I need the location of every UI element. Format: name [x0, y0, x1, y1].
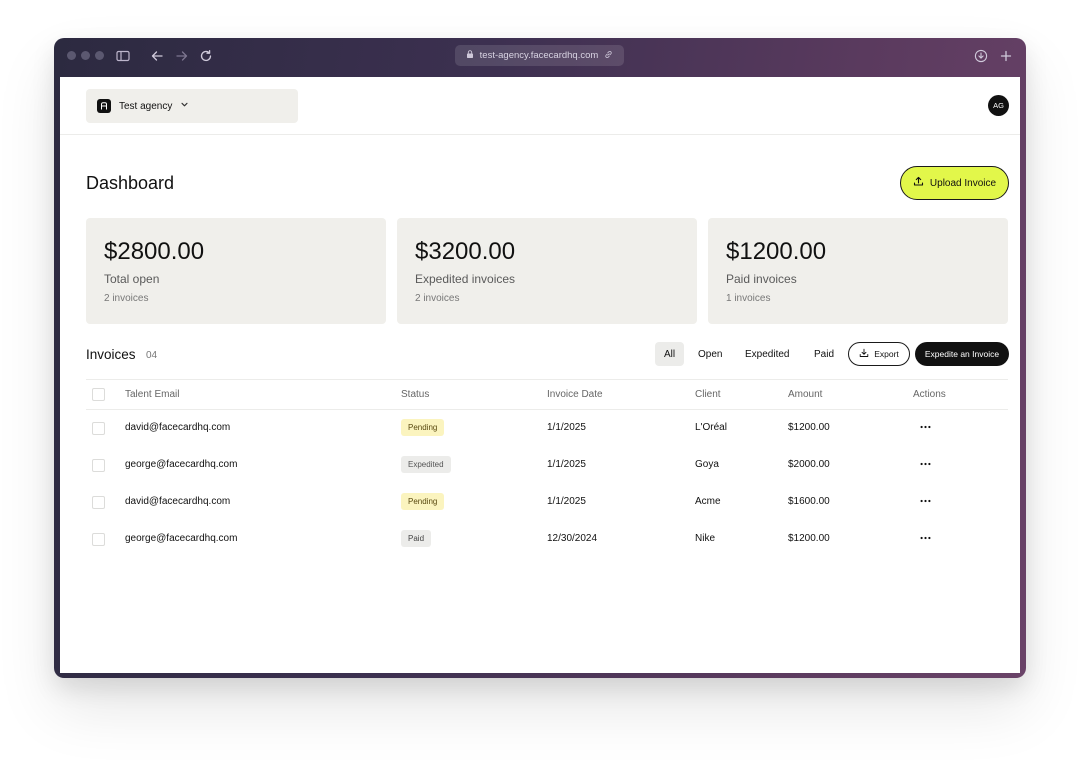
- client-name: L'Oréal: [695, 422, 727, 433]
- talent-email: george@facecardhq.com: [125, 459, 238, 470]
- address-bar[interactable]: test-agency.facecardhq.com: [455, 45, 624, 66]
- user-avatar[interactable]: AG: [988, 95, 1009, 116]
- table-row[interactable]: david@facecardhq.com Pending 1/1/2025 Ac…: [86, 484, 1008, 521]
- stat-count: 2 invoices: [104, 293, 149, 304]
- download-icon: [859, 348, 869, 360]
- column-header-amount: Amount: [788, 389, 823, 400]
- column-header-date: Invoice Date: [547, 389, 603, 400]
- stat-card-paid: $1200.00 Paid invoices 1 invoices: [708, 218, 1008, 324]
- filter-tab-paid[interactable]: Paid: [805, 342, 843, 366]
- invoices-count: 04: [146, 350, 158, 361]
- stat-value: $3200.00: [415, 238, 516, 265]
- select-all-checkbox[interactable]: [92, 388, 105, 401]
- invoice-amount: $1200.00: [788, 533, 830, 544]
- stat-label: Expedited invoices: [415, 272, 516, 286]
- filter-tab-all[interactable]: All: [655, 342, 685, 366]
- column-header-email: Talent Email: [125, 389, 180, 400]
- new-tab-plus-icon[interactable]: [998, 48, 1014, 64]
- invoices-table: Talent Email Status Invoice Date Client …: [86, 379, 1008, 558]
- agency-logo-icon: [97, 99, 111, 113]
- invoice-amount: $2000.00: [788, 459, 830, 470]
- upload-invoice-label: Upload Invoice: [929, 177, 997, 189]
- row-checkbox[interactable]: [92, 459, 105, 472]
- stat-card-total-open: $2800.00 Total open 2 invoices: [86, 218, 386, 324]
- export-label: Export: [874, 349, 899, 359]
- client-name: Goya: [695, 459, 719, 470]
- invoice-date: 1/1/2025: [547, 422, 586, 433]
- column-header-status: Status: [401, 389, 430, 400]
- upload-invoice-button[interactable]: Upload Invoice: [900, 166, 1009, 200]
- status-badge: Pending: [401, 493, 445, 510]
- stat-count: 1 invoices: [726, 293, 771, 304]
- page-title: Dashboard: [86, 173, 175, 193]
- app-viewport: Test agency AG Dashboard Upload Invoice …: [60, 77, 1020, 673]
- row-checkbox[interactable]: [92, 533, 105, 546]
- status-badge: Expedited: [401, 456, 451, 473]
- column-header-client: Client: [695, 389, 721, 400]
- window-zoom-dot[interactable]: [95, 51, 104, 60]
- invoice-date: 12/30/2024: [547, 533, 598, 544]
- more-actions-icon[interactable]: [918, 494, 932, 508]
- more-actions-icon[interactable]: [918, 531, 932, 545]
- stat-label: Paid invoices: [726, 272, 797, 286]
- status-badge: Paid: [401, 530, 432, 547]
- invoices-title: Invoices: [86, 347, 136, 362]
- status-badge: Pending: [401, 419, 445, 436]
- stat-count: 2 invoices: [415, 293, 460, 304]
- browser-window: test-agency.facecardhq.com Test agency A…: [54, 38, 1026, 678]
- agency-switcher[interactable]: Test agency: [86, 89, 298, 123]
- sidebar-toggle-icon[interactable]: [115, 48, 131, 64]
- table-row[interactable]: george@facecardhq.com Expedited 1/1/2025…: [86, 447, 1008, 484]
- expedite-invoice-button[interactable]: Expedite an Invoice: [915, 342, 1009, 366]
- invoice-date: 1/1/2025: [547, 459, 586, 470]
- lock-icon: [466, 50, 474, 61]
- url-text: test-agency.facecardhq.com: [479, 50, 599, 61]
- stat-card-expedited: $3200.00 Expedited invoices 2 invoices: [397, 218, 697, 324]
- app-topbar: Test agency AG: [60, 77, 1020, 135]
- talent-email: david@facecardhq.com: [125, 496, 231, 507]
- invoice-date: 1/1/2025: [547, 496, 586, 507]
- agency-name: Test agency: [119, 100, 173, 112]
- invoice-amount: $1600.00: [788, 496, 830, 507]
- client-name: Nike: [695, 533, 716, 544]
- download-icon[interactable]: [973, 48, 989, 64]
- more-actions-icon[interactable]: [918, 420, 932, 434]
- table-header: Talent Email Status Invoice Date Client …: [86, 379, 1008, 410]
- invoice-amount: $1200.00: [788, 422, 830, 433]
- link-icon[interactable]: [604, 50, 613, 62]
- stat-value: $1200.00: [726, 238, 827, 265]
- talent-email: george@facecardhq.com: [125, 533, 238, 544]
- filter-tab-expedited[interactable]: Expedited: [736, 342, 798, 366]
- talent-email: david@facecardhq.com: [125, 422, 231, 433]
- forward-arrow-icon[interactable]: [174, 48, 190, 64]
- window-close-dot[interactable]: [67, 51, 76, 60]
- more-actions-icon[interactable]: [918, 457, 932, 471]
- row-checkbox[interactable]: [92, 422, 105, 435]
- row-checkbox[interactable]: [92, 496, 105, 509]
- table-row[interactable]: david@facecardhq.com Pending 1/1/2025 L'…: [86, 410, 1008, 447]
- chevron-down-icon: [180, 100, 189, 112]
- client-name: Acme: [695, 496, 721, 507]
- upload-icon: [913, 176, 924, 190]
- window-minimize-dot[interactable]: [81, 51, 90, 60]
- column-header-actions: Actions: [913, 389, 946, 400]
- back-arrow-icon[interactable]: [149, 48, 165, 64]
- export-button[interactable]: Export: [848, 342, 910, 366]
- browser-titlebar: test-agency.facecardhq.com: [54, 38, 1026, 77]
- stat-label: Total open: [104, 272, 160, 286]
- reload-icon[interactable]: [198, 48, 214, 64]
- stat-value: $2800.00: [104, 238, 205, 265]
- table-row[interactable]: george@facecardhq.com Paid 12/30/2024 Ni…: [86, 521, 1008, 558]
- filter-tab-open[interactable]: Open: [689, 342, 731, 366]
